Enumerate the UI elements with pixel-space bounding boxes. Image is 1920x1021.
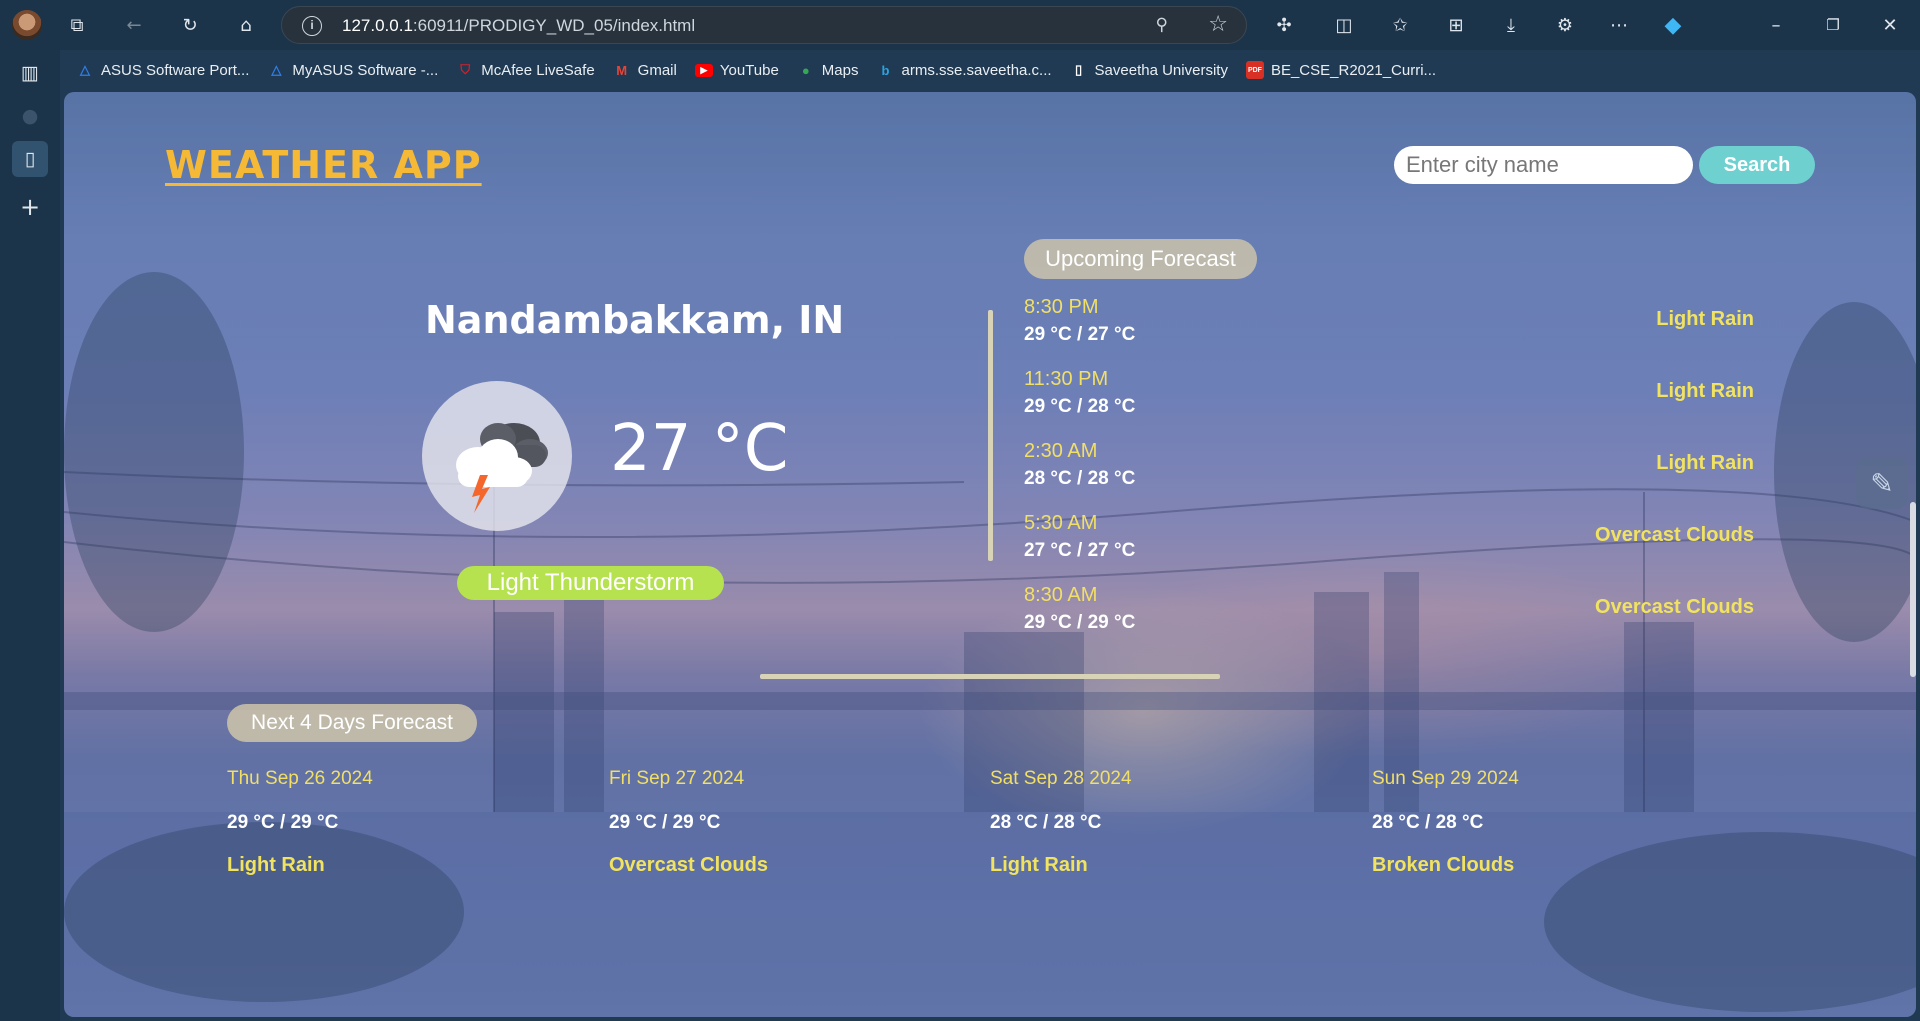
asus-icon: △ xyxy=(271,62,282,77)
forecast-description: Light Rain xyxy=(1656,308,1754,330)
day-temps: 29 °C / 29 °C xyxy=(227,812,339,833)
bookmark-asus-portal[interactable]: △ ASUS Software Port... xyxy=(76,61,249,79)
bookmark-mcafee[interactable]: ⛉ McAfee LiveSafe xyxy=(456,61,594,79)
bookmark-curriculum[interactable]: PDF BE_CSE_R2021_Curri... xyxy=(1245,61,1436,79)
browser-sidebar: ▥ ● ▯ + xyxy=(0,50,60,1021)
gmail-icon: M xyxy=(616,62,628,78)
hourly-forecast-item: 2:30 AM 28 °C / 28 °C Light Rain xyxy=(1024,440,1754,500)
github-icon[interactable]: ● xyxy=(12,98,48,134)
day-description: Overcast Clouds xyxy=(609,854,768,876)
weather-app: WEATHER APP Search Nandambakkam, IN 27 ° xyxy=(64,92,1916,1017)
day-description: Light Rain xyxy=(990,854,1088,876)
location-icon[interactable]: ⚲ xyxy=(1156,15,1168,35)
vertical-divider xyxy=(988,310,993,561)
hourly-forecast-item: 11:30 PM 29 °C / 28 °C Light Rain xyxy=(1024,368,1754,428)
pdf-icon: PDF xyxy=(1245,61,1264,79)
workspaces-icon[interactable]: ⧉ xyxy=(63,11,91,39)
youtube-icon: ▶ xyxy=(694,63,713,77)
city-name: Nandambakkam, IN xyxy=(425,298,845,342)
upcoming-forecast-heading: Upcoming Forecast xyxy=(1024,239,1257,279)
forecast-time: 5:30 AM xyxy=(1024,512,1098,534)
bookmarks-bar: △ ASUS Software Port... △ MyASUS Software … xyxy=(60,50,1920,90)
day-date: Fri Sep 27 2024 xyxy=(609,768,745,789)
forecast-time: 2:30 AM xyxy=(1024,440,1098,462)
weather-icon-container xyxy=(422,381,572,531)
forecast-temps: 29 °C / 29 °C xyxy=(1024,612,1136,633)
bookmark-maps[interactable]: ● Maps xyxy=(797,61,859,79)
site-info-icon[interactable]: i xyxy=(302,16,322,36)
tab-actions-icon[interactable]: ▥ xyxy=(12,55,48,91)
maps-icon: ● xyxy=(801,62,810,78)
active-tab-page-icon[interactable]: ▯ xyxy=(12,141,48,177)
browser-essentials-icon[interactable]: ⚙ xyxy=(1551,11,1579,39)
page-scrollbar[interactable] xyxy=(1910,502,1916,677)
back-icon[interactable]: ← xyxy=(120,11,148,39)
bookmark-arms[interactable]: b arms.sse.saveetha.c... xyxy=(876,61,1052,79)
refresh-icon[interactable]: ↻ xyxy=(176,11,204,39)
horizontal-divider xyxy=(760,674,1220,679)
search-button[interactable]: Search xyxy=(1699,146,1815,184)
bing-icon: b xyxy=(881,62,890,78)
city-search-input[interactable] xyxy=(1394,146,1693,184)
mcafee-icon: ⛉ xyxy=(460,62,471,77)
browser-toolbar: ⧉ ← ↻ ⌂ i 127.0.0.1:60911/PRODIGY_WD_05/… xyxy=(0,0,1920,50)
hourly-forecast-item: 8:30 PM 29 °C / 27 °C Light Rain xyxy=(1024,296,1754,356)
more-options-icon[interactable]: ⋯ xyxy=(1605,11,1633,39)
daily-forecast-item: Sat Sep 28 2024 28 °C / 28 °C Light Rain xyxy=(990,768,1350,877)
day-date: Thu Sep 26 2024 xyxy=(227,768,373,789)
forecast-description: Overcast Clouds xyxy=(1595,596,1754,618)
forecast-temps: 28 °C / 28 °C xyxy=(1024,468,1136,489)
home-icon[interactable]: ⌂ xyxy=(232,11,260,39)
daily-forecast-item: Sun Sep 29 2024 28 °C / 28 °C Broken Clo… xyxy=(1372,768,1732,877)
address-bar[interactable]: i 127.0.0.1:60911/PRODIGY_WD_05/index.ht… xyxy=(281,6,1247,44)
forecast-description: Light Rain xyxy=(1656,452,1754,474)
daily-forecast-item: Fri Sep 27 2024 29 °C / 29 °C Overcast C… xyxy=(609,768,969,877)
extensions-icon[interactable]: ✣ xyxy=(1270,11,1298,39)
day-temps: 28 °C / 28 °C xyxy=(990,812,1102,833)
asus-icon: △ xyxy=(80,62,90,77)
forecast-temps: 29 °C / 27 °C xyxy=(1024,324,1136,345)
address-url[interactable]: 127.0.0.1:60911/PRODIGY_WD_05/index.html xyxy=(342,16,695,36)
daily-forecast-item: Thu Sep 26 2024 29 °C / 29 °C Light Rain xyxy=(227,768,587,877)
current-temperature: 27 °C xyxy=(610,412,789,486)
bookmark-gmail[interactable]: M Gmail xyxy=(613,61,677,79)
forecast-temps: 27 °C / 27 °C xyxy=(1024,540,1136,561)
forecast-time: 11:30 PM xyxy=(1024,368,1109,390)
profile-avatar[interactable] xyxy=(12,10,42,40)
floating-pen-icon[interactable]: ✎ xyxy=(1856,457,1908,509)
forecast-temps: 29 °C / 28 °C xyxy=(1024,396,1136,417)
split-screen-icon[interactable]: ◫ xyxy=(1330,11,1358,39)
day-temps: 29 °C / 29 °C xyxy=(609,812,721,833)
app-title: WEATHER APP xyxy=(165,143,482,187)
day-temps: 28 °C / 28 °C xyxy=(1372,812,1484,833)
next-days-forecast-heading: Next 4 Days Forecast xyxy=(227,704,477,742)
copilot-icon[interactable]: ◆ xyxy=(1659,11,1687,39)
new-tab-icon[interactable]: + xyxy=(12,189,48,225)
day-description: Light Rain xyxy=(227,854,325,876)
favorite-star-icon[interactable]: ☆ xyxy=(1208,12,1228,37)
thunderstorm-cloud-icon xyxy=(456,423,548,513)
hourly-forecast-item: 8:30 AM 29 °C / 29 °C Overcast Clouds xyxy=(1024,584,1754,644)
day-description: Broken Clouds xyxy=(1372,854,1515,876)
day-date: Sun Sep 29 2024 xyxy=(1372,768,1519,789)
collections-icon[interactable]: ⊞ xyxy=(1442,11,1470,39)
favorites-icon[interactable]: ✩ xyxy=(1386,11,1414,39)
forecast-description: Light Rain xyxy=(1656,380,1754,402)
downloads-icon[interactable]: ⤓ xyxy=(1497,11,1525,39)
forecast-description: Overcast Clouds xyxy=(1595,524,1754,546)
forecast-time: 8:30 PM xyxy=(1024,296,1099,318)
browser-window: ⧉ ← ↻ ⌂ i 127.0.0.1:60911/PRODIGY_WD_05/… xyxy=(0,0,1920,1021)
restore-icon[interactable]: ❐ xyxy=(1819,11,1847,39)
day-date: Sat Sep 28 2024 xyxy=(990,768,1132,789)
bookmark-saveetha[interactable]: ▯ Saveetha University xyxy=(1070,61,1228,79)
bookmark-youtube[interactable]: ▶ YouTube xyxy=(694,62,779,79)
close-icon[interactable]: ✕ xyxy=(1876,11,1904,39)
page-icon: ▯ xyxy=(1074,62,1083,77)
bookmark-myasus[interactable]: △ MyASUS Software -... xyxy=(267,61,438,79)
minimize-icon[interactable]: – xyxy=(1762,11,1790,39)
hourly-forecast-item: 5:30 AM 27 °C / 27 °C Overcast Clouds xyxy=(1024,512,1754,572)
current-description-badge: Light Thunderstorm xyxy=(457,566,724,600)
forecast-time: 8:30 AM xyxy=(1024,584,1098,606)
weather-page: WEATHER APP Search Nandambakkam, IN 27 ° xyxy=(64,92,1916,1017)
